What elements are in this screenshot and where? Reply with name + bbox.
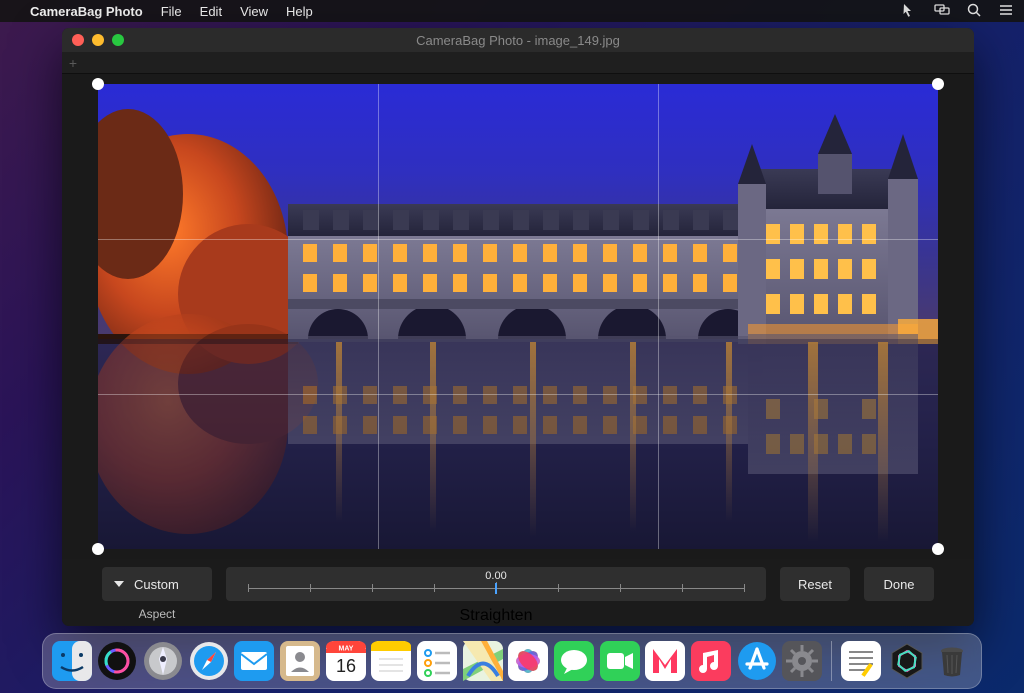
app-name[interactable]: CameraBag Photo <box>30 4 143 19</box>
straighten-slider[interactable]: 0.00 <box>226 567 766 601</box>
image-crop-canvas[interactable] <box>98 84 938 549</box>
dock-app-maps[interactable] <box>462 639 504 683</box>
dock-app-notes[interactable] <box>371 639 413 683</box>
menu-help[interactable]: Help <box>286 4 313 19</box>
dock-app-safari[interactable] <box>188 639 230 683</box>
dock-app-music[interactable] <box>690 639 732 683</box>
dock-app-news[interactable] <box>645 639 687 683</box>
straighten-slider-handle[interactable] <box>495 583 497 594</box>
dock-app-textedit[interactable] <box>840 639 882 683</box>
window-close-button[interactable] <box>72 34 84 46</box>
crop-handle-top-right[interactable] <box>932 78 944 90</box>
reset-button[interactable]: Reset <box>780 567 850 601</box>
menu-edit[interactable]: Edit <box>200 4 222 19</box>
menubar: CameraBag Photo File Edit View Help <box>0 0 1024 22</box>
dock-separator <box>831 641 832 681</box>
menu-view[interactable]: View <box>240 4 268 19</box>
menu-file[interactable]: File <box>161 4 182 19</box>
chevron-down-icon <box>114 581 124 587</box>
titlebar[interactable]: CameraBag Photo - image_149.jpg <box>62 28 974 52</box>
crop-handle-bottom-left[interactable] <box>92 543 104 555</box>
dock-app-appstore[interactable] <box>736 639 778 683</box>
dock-app-messages[interactable] <box>553 639 595 683</box>
dock-trash[interactable] <box>931 639 973 683</box>
dock-app-photos[interactable] <box>508 639 550 683</box>
new-tab-button[interactable]: + <box>62 55 84 71</box>
window-zoom-button[interactable] <box>112 34 124 46</box>
dock-app-camerabag[interactable] <box>886 639 928 683</box>
window-minimize-button[interactable] <box>92 34 104 46</box>
window-title: CameraBag Photo - image_149.jpg <box>62 33 974 48</box>
dock-app-siri[interactable] <box>97 639 139 683</box>
aspect-value: Custom <box>134 577 179 592</box>
dock-app-facetime[interactable] <box>599 639 641 683</box>
svg-text:MAY: MAY <box>338 646 353 653</box>
status-menu-icon[interactable] <box>998 2 1014 21</box>
svg-text:16: 16 <box>336 656 356 676</box>
canvas-area <box>62 74 974 559</box>
dock-app-finder[interactable] <box>51 639 93 683</box>
aspect-label: Aspect <box>139 607 176 621</box>
straighten-label: Straighten <box>460 607 533 625</box>
dock-app-mail[interactable] <box>234 639 276 683</box>
done-button[interactable]: Done <box>864 567 934 601</box>
dock-app-calendar[interactable]: MAY 16 <box>325 639 367 683</box>
status-cursor-icon[interactable] <box>902 2 918 21</box>
straighten-value: 0.00 <box>485 570 506 582</box>
crop-handle-top-left[interactable] <box>92 78 104 90</box>
status-search-icon[interactable] <box>966 2 982 21</box>
dock-app-launchpad[interactable] <box>142 639 184 683</box>
app-window: CameraBag Photo - image_149.jpg + <box>62 28 974 626</box>
aspect-dropdown[interactable]: Custom <box>102 567 212 601</box>
dock-app-preferences[interactable] <box>782 639 824 683</box>
tab-strip: + <box>62 52 974 74</box>
dock-app-reminders[interactable] <box>416 639 458 683</box>
crop-handle-bottom-right[interactable] <box>932 543 944 555</box>
dock: MAY 16 <box>42 633 982 689</box>
crop-controls-bar: Custom Aspect 0.00 S <box>62 559 974 626</box>
dock-app-contacts[interactable] <box>279 639 321 683</box>
status-display-icon[interactable] <box>934 2 950 21</box>
